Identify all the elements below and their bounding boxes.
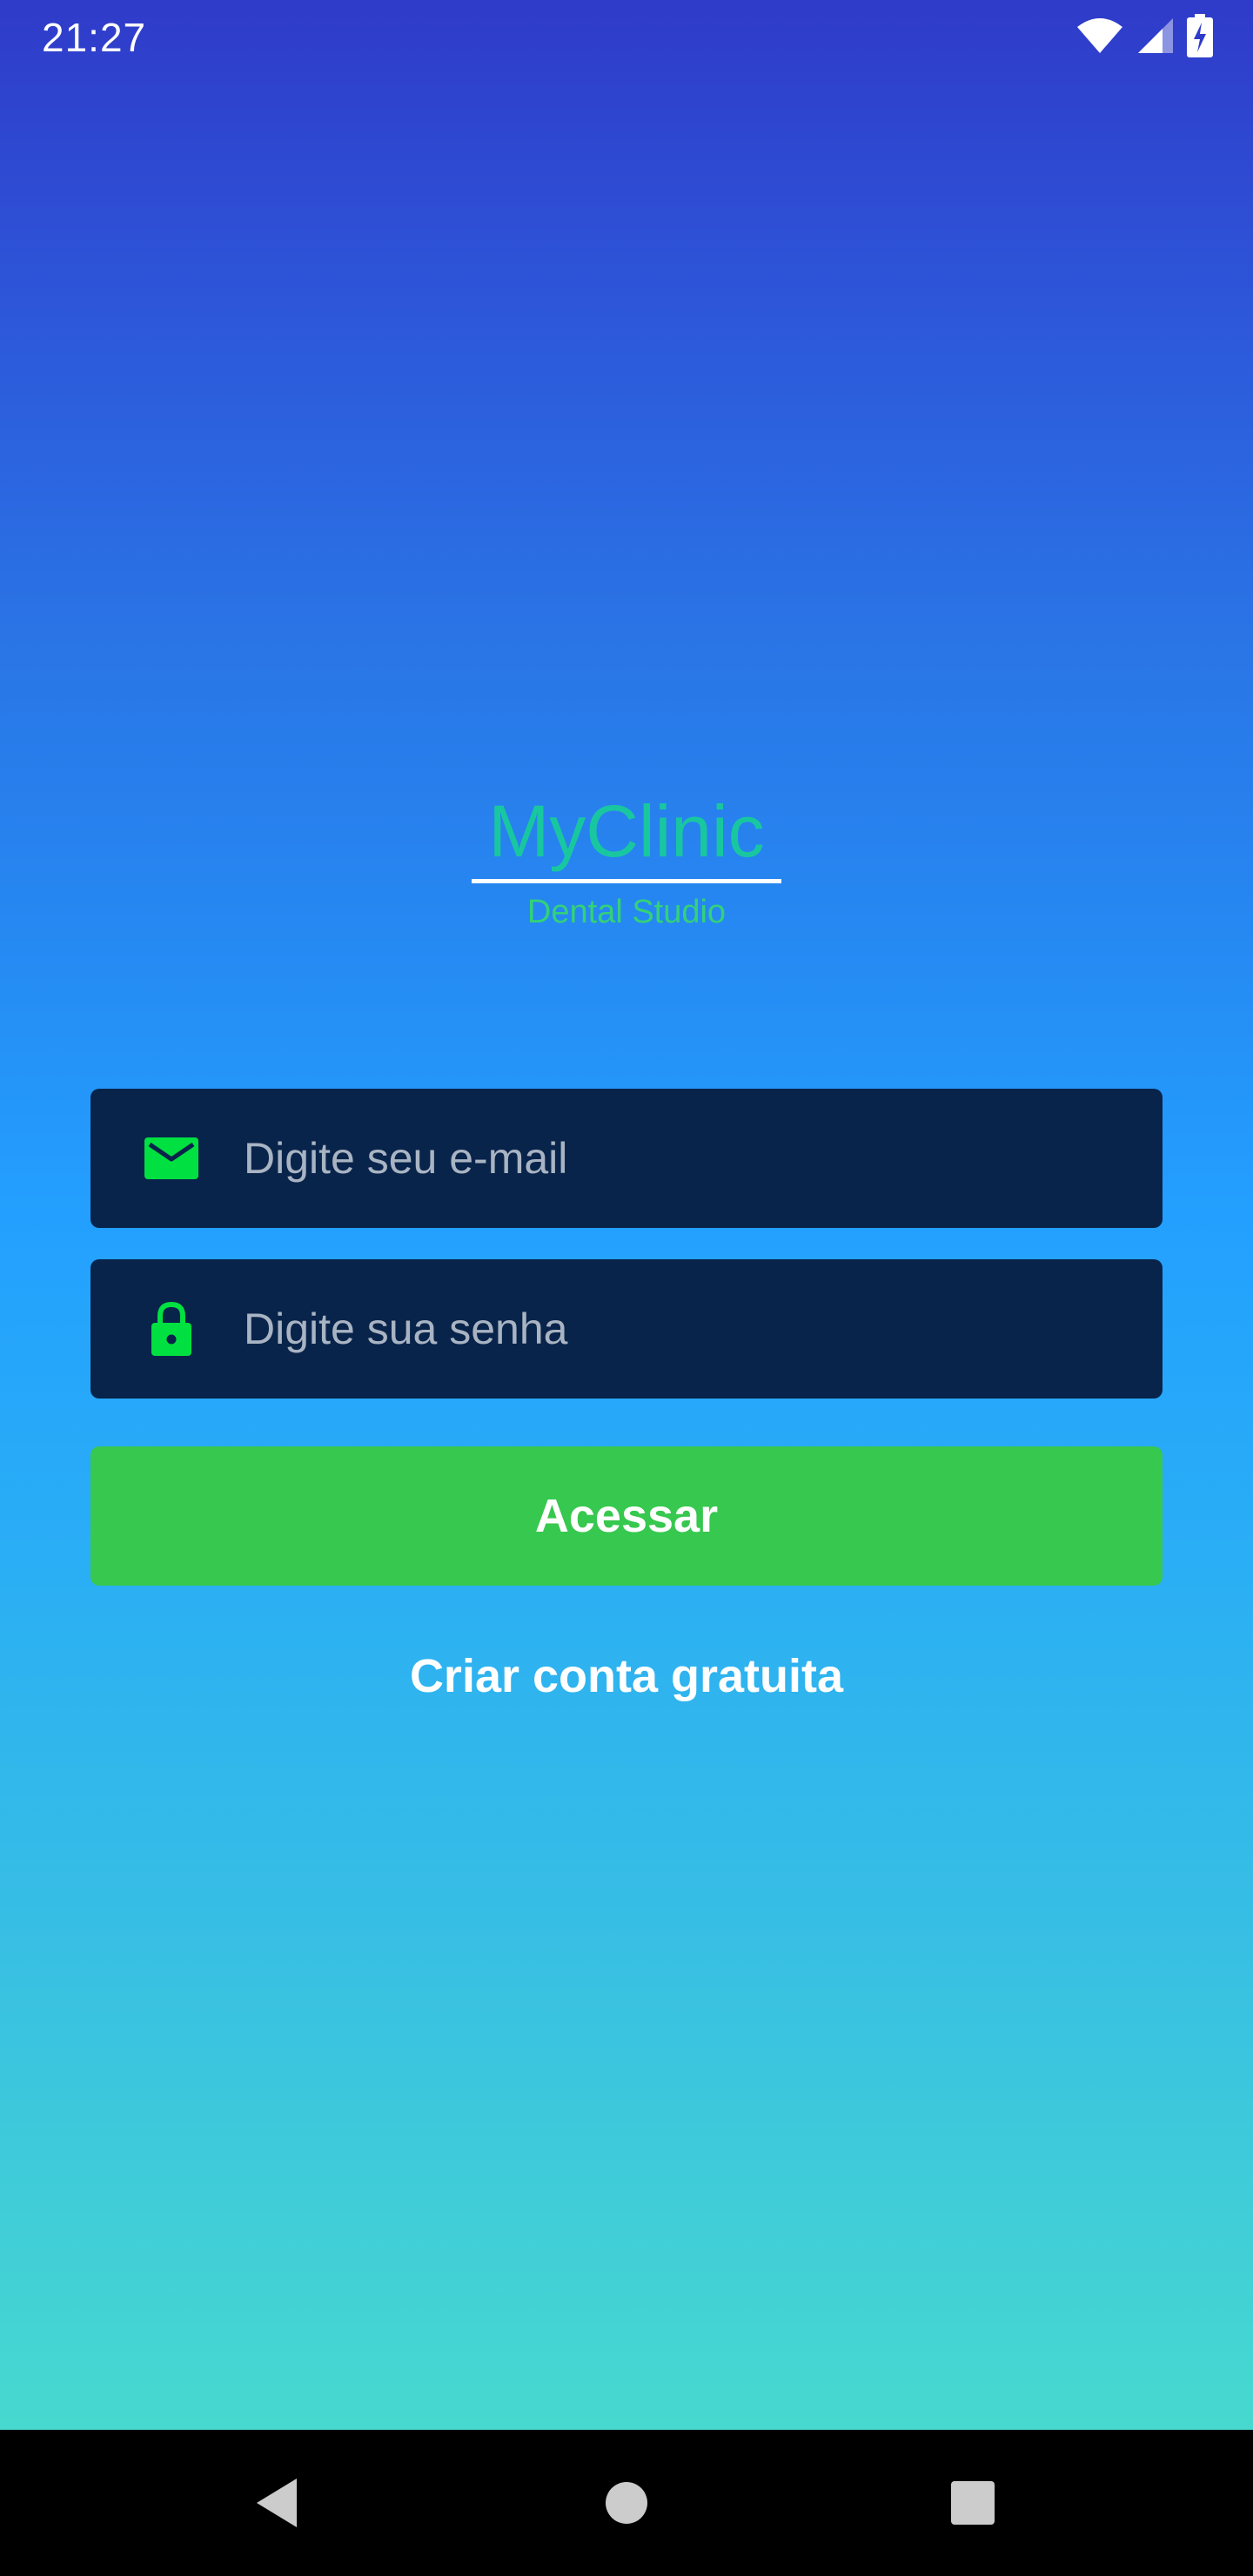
app-logo: MyClinic Dental Studio xyxy=(470,783,783,934)
signal-icon xyxy=(1136,17,1175,59)
logo-underline xyxy=(472,879,781,883)
status-time: 21:27 xyxy=(42,15,147,60)
system-nav-bar xyxy=(0,2430,1253,2576)
password-input[interactable] xyxy=(242,1285,1128,1373)
recents-icon[interactable] xyxy=(929,2459,1016,2546)
logo-title: MyClinic xyxy=(488,790,765,872)
home-icon[interactable] xyxy=(583,2459,670,2546)
mail-icon xyxy=(141,1128,202,1189)
create-account-link[interactable]: Criar conta gratuita xyxy=(0,1649,1253,1703)
lock-icon xyxy=(141,1298,202,1359)
password-field[interactable] xyxy=(90,1259,1163,1399)
status-bar: 21:27 xyxy=(0,0,1253,77)
email-input[interactable] xyxy=(242,1114,1128,1203)
login-screen: 21:27 MyClinic Dental Studio Digite seu … xyxy=(0,0,1253,2576)
wifi-icon xyxy=(1075,17,1124,59)
status-icons xyxy=(1075,13,1213,62)
battery-charging-icon xyxy=(1187,13,1213,62)
back-icon[interactable] xyxy=(233,2459,320,2546)
email-field[interactable] xyxy=(90,1089,1163,1228)
login-button[interactable]: Acessar xyxy=(90,1446,1163,1586)
logo-subtitle: Dental Studio xyxy=(526,894,727,930)
